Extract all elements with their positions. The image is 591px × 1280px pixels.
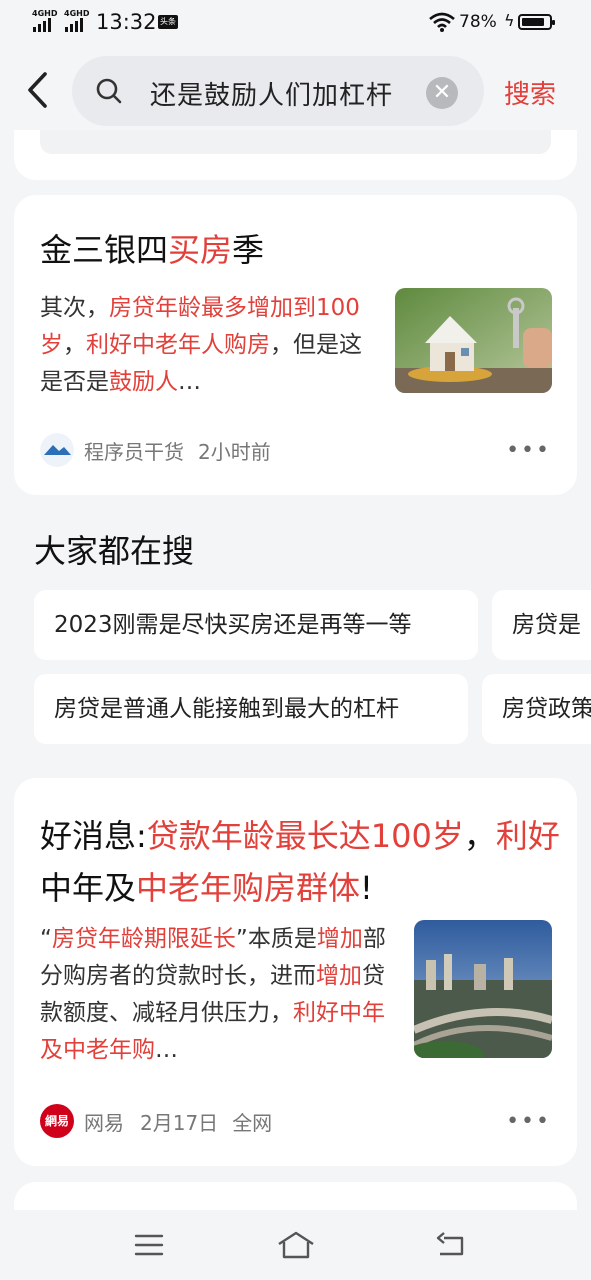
more-options-button[interactable]: •••	[506, 1109, 551, 1134]
clear-icon[interactable]: ✕	[426, 77, 458, 109]
source-logo: 網易	[40, 1104, 74, 1138]
network-label-2: 4GHD	[64, 9, 90, 18]
result-card-2[interactable]: 好消息:贷款年龄最长达100岁，利好中年及中老年购房群体! “房贷年龄期限延长”…	[14, 778, 577, 1166]
back-nav-icon[interactable]	[434, 1230, 468, 1260]
search-button[interactable]: 搜索	[504, 74, 556, 111]
publish-time: 2小时前	[198, 439, 271, 464]
result-title[interactable]: 金三银四买房季	[40, 227, 264, 273]
source-avatar	[40, 433, 74, 467]
publish-date: 2月17日	[140, 1110, 219, 1135]
charging-icon: ϟ	[504, 11, 515, 30]
signal-icon-2	[65, 18, 83, 32]
related-search-chip[interactable]: 房贷是普通人能接触到最大的杠杆	[34, 674, 468, 744]
status-bar: 4GHD 4GHD 13:32 头条 78% ϟ	[0, 0, 591, 46]
result-title[interactable]: 好消息:贷款年龄最长达100岁，利好中年及中老年购房群体!	[40, 810, 560, 914]
people-search-title: 大家都在搜	[34, 532, 195, 570]
result-meta: 程序员干货 2小时前	[40, 433, 271, 467]
system-nav-bar	[0, 1210, 591, 1280]
source-scope: 全网	[232, 1110, 273, 1135]
source-name[interactable]: 网易	[84, 1107, 124, 1136]
more-options-button[interactable]: •••	[506, 438, 551, 463]
related-search-chip[interactable]: 房贷是	[492, 590, 591, 660]
menu-icon[interactable]	[134, 1230, 164, 1260]
city-thumbnail[interactable]	[414, 920, 552, 1058]
result-meta: 網易 网易 2月17日 全网	[40, 1104, 272, 1138]
clock: 13:32	[96, 10, 157, 34]
battery-percent: 78%	[459, 12, 497, 32]
search-query-text[interactable]: 还是鼓励人们加杠杆	[150, 75, 393, 112]
related-search-chip[interactable]: 房贷政策	[482, 674, 591, 744]
app-badge: 头条	[158, 15, 178, 29]
related-search-chip[interactable]: 2023刚需是尽快买房还是再等一等	[34, 590, 478, 660]
result-snippet: “房贷年龄期限延长”本质是增加部分购房者的贷款时长，进而增加贷款额度、减轻月供压…	[40, 926, 386, 1063]
back-arrow-icon[interactable]	[18, 68, 58, 112]
result-snippet: 其次，房贷年龄最多增加到100岁，利好中老年人购房，但是这是否是鼓励人…	[40, 295, 362, 395]
signal-icon	[33, 18, 51, 32]
network-label-1: 4GHD	[32, 9, 58, 18]
source-name[interactable]: 程序员干货	[84, 436, 184, 465]
wifi-icon	[429, 12, 455, 32]
search-input[interactable]: 还是鼓励人们加杠杆 ✕	[72, 56, 484, 126]
search-header: 还是鼓励人们加杠杆 ✕ 搜索	[0, 46, 591, 130]
search-icon	[96, 78, 122, 104]
house-thumbnail[interactable]	[395, 288, 552, 393]
home-icon[interactable]	[276, 1230, 316, 1260]
battery-icon	[518, 14, 555, 30]
result-card-1[interactable]: 金三银四买房季 其次，房贷年龄最多增加到100岁，利好中老年人购房，但是这是否是…	[14, 195, 577, 495]
